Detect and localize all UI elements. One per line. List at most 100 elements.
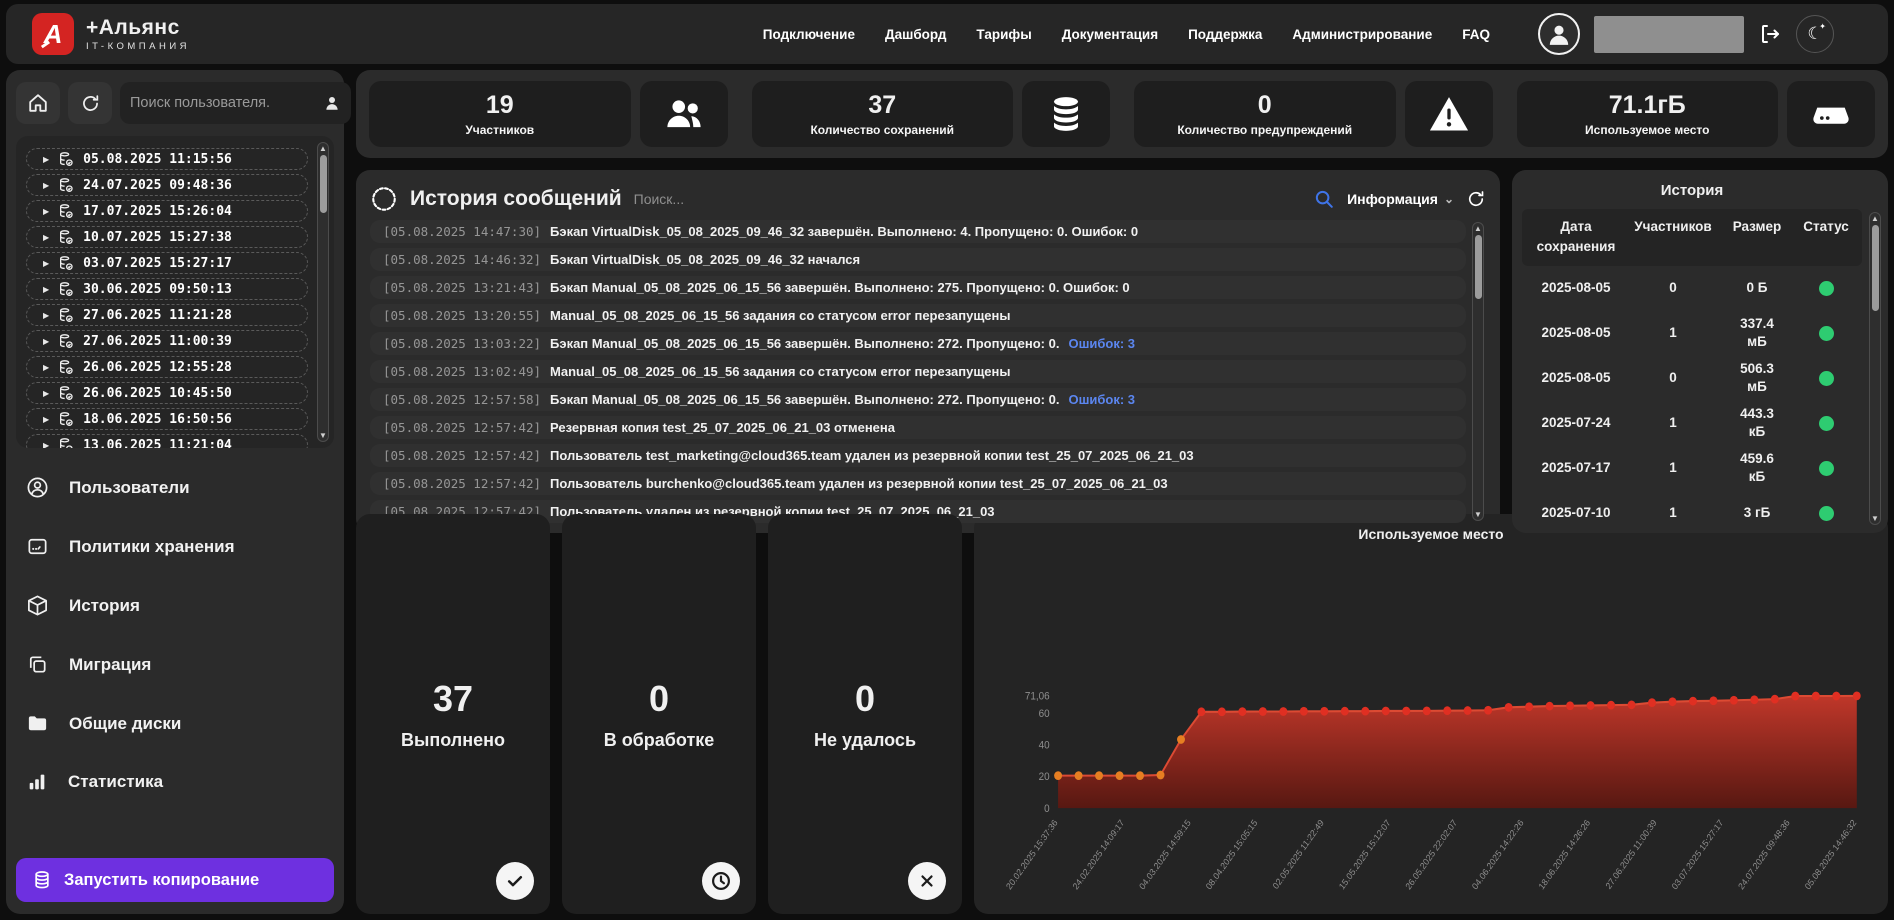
- backup-tree-item[interactable]: ▶18.06.2025 16:50:56: [26, 408, 308, 430]
- expand-caret-icon[interactable]: ▶: [43, 181, 49, 190]
- scroll-down-icon[interactable]: ▼: [1871, 514, 1879, 523]
- svg-text:27.06.2025 11:00:39: 27.06.2025 11:00:39: [1604, 818, 1659, 891]
- log-filter-dropdown[interactable]: Информация ⌄: [1347, 191, 1454, 207]
- svg-text:04.03.2025 14:59:15: 04.03.2025 14:59:15: [1137, 818, 1192, 892]
- sidebar-item-label: История: [69, 596, 140, 616]
- nav-item-7[interactable]: FAQ: [1462, 27, 1490, 42]
- stat-value: 71.1гБ: [1609, 91, 1686, 120]
- backup-tree-item[interactable]: ▶27.06.2025 11:00:39: [26, 330, 308, 352]
- stat-card: 19Участников: [369, 81, 728, 147]
- log-message: Бэкап VirtualDisk_05_08_2025_09_46_32 на…: [550, 252, 860, 267]
- backup-tree-item[interactable]: ▶26.06.2025 12:55:28: [26, 356, 308, 378]
- tree-scrollbar[interactable]: ▲ ▼: [317, 142, 329, 442]
- backup-tree-item[interactable]: ▶13.06.2025 11:21:04: [26, 434, 308, 448]
- user-avatar[interactable]: [1538, 13, 1580, 55]
- nav-item-5[interactable]: Поддержка: [1188, 27, 1262, 42]
- log-search-input[interactable]: [634, 191, 1301, 207]
- history-scrollbar-thumb[interactable]: [1872, 225, 1879, 311]
- log-message: Manual_05_08_2025_06_15_56 задания со ст…: [550, 364, 1010, 379]
- log-row: [05.08.2025 13:03:22]Бэкап Manual_05_08_…: [370, 332, 1466, 355]
- log-search-icon[interactable]: [1313, 188, 1335, 210]
- log-error-link[interactable]: Ошибок: 3: [1068, 392, 1135, 407]
- tree-scrollbar-thumb[interactable]: [320, 155, 327, 213]
- expand-caret-icon[interactable]: ▶: [43, 207, 49, 216]
- run-copy-button[interactable]: Запустить копирование: [16, 858, 334, 902]
- log-refresh-icon[interactable]: [1466, 189, 1486, 209]
- nav-item-4[interactable]: Документация: [1062, 27, 1158, 42]
- expand-caret-icon[interactable]: ▶: [43, 155, 49, 164]
- sidebar-item-5[interactable]: Общие диски: [26, 712, 324, 735]
- chevron-down-icon: ⌄: [1444, 192, 1454, 206]
- app-body: ▶05.08.2025 11:15:56 ▶24.07.2025 09:48:36…: [6, 70, 1888, 914]
- expand-caret-icon[interactable]: ▶: [43, 337, 49, 346]
- backup-tree-item[interactable]: ▶03.07.2025 15:27:17: [26, 252, 308, 274]
- backup-tree-item[interactable]: ▶05.08.2025 11:15:56: [26, 148, 308, 170]
- svg-text:60: 60: [1039, 709, 1050, 721]
- policy-icon: [26, 535, 49, 558]
- sidebar-item-6[interactable]: Статистика: [26, 771, 324, 793]
- status-cards: 37Выполнено0В обработке0Не удалось: [356, 514, 962, 914]
- svg-text:20.02.2025 15:37:36: 20.02.2025 15:37:36: [1004, 818, 1059, 892]
- backup-tree-item[interactable]: ▶30.06.2025 09:50:13: [26, 278, 308, 300]
- nav-item-2[interactable]: Дашборд: [885, 27, 946, 42]
- history-title: История: [1522, 182, 1862, 199]
- expand-caret-icon[interactable]: ▶: [43, 441, 49, 449]
- dbcheck-icon: [58, 437, 74, 448]
- nav-item-3[interactable]: Тарифы: [976, 27, 1031, 42]
- expand-caret-icon[interactable]: ▶: [43, 415, 49, 424]
- stat-value-box: 19Участников: [369, 81, 631, 147]
- nav-item-1[interactable]: Подключение: [763, 27, 855, 42]
- sidebar-item-label: Статистика: [68, 772, 163, 792]
- backup-tree-item[interactable]: ▶10.07.2025 15:27:38: [26, 226, 308, 248]
- sidebar-item-3[interactable]: История: [26, 594, 324, 617]
- nav-item-6[interactable]: Администрирование: [1292, 27, 1432, 42]
- sidebar-item-4[interactable]: Миграция: [26, 653, 324, 676]
- stat-card: 37Количество сохранений: [752, 81, 1111, 147]
- stat-value: 19: [486, 91, 514, 120]
- scroll-up-icon[interactable]: ▲: [1474, 224, 1482, 233]
- expand-caret-icon[interactable]: ▶: [43, 389, 49, 398]
- main-area: 19Участников37Количество сохранений0Коли…: [356, 70, 1888, 914]
- history-date: 2025-08-05: [1522, 324, 1630, 342]
- log-header: История сообщений Информация ⌄: [370, 178, 1486, 220]
- folder-icon: [26, 712, 49, 735]
- history-scrollbar[interactable]: ▲ ▼: [1869, 212, 1881, 525]
- log-title: История сообщений: [410, 187, 622, 211]
- expand-caret-icon[interactable]: ▶: [43, 233, 49, 242]
- scroll-down-icon[interactable]: ▼: [1474, 510, 1482, 519]
- scroll-up-icon[interactable]: ▲: [1871, 214, 1879, 223]
- brand[interactable]: A +Альянс IT-КОМПАНИЯ: [32, 13, 190, 55]
- history-members: 1: [1630, 459, 1716, 477]
- expand-caret-icon[interactable]: ▶: [43, 363, 49, 372]
- log-scrollbar[interactable]: ▲ ▼: [1472, 222, 1484, 521]
- message-log-panel: История сообщений Информация ⌄: [356, 170, 1500, 533]
- svg-text:15.05.2025 15:12:07: 15.05.2025 15:12:07: [1337, 818, 1392, 892]
- refresh-icon[interactable]: [68, 82, 112, 124]
- expand-caret-icon[interactable]: ▶: [43, 285, 49, 294]
- backup-tree-item[interactable]: ▶17.07.2025 15:26:04: [26, 200, 308, 222]
- usage-chart-panel: Используемое место 71,06604020020.02.202…: [974, 514, 1888, 914]
- logout-icon[interactable]: [1758, 22, 1782, 46]
- backup-tree-item[interactable]: ▶26.06.2025 10:45:50: [26, 382, 308, 404]
- log-error-link[interactable]: Ошибок: 3: [1068, 336, 1135, 351]
- bottom-row: 37Выполнено0В обработке0Не удалось Испол…: [356, 514, 1888, 914]
- backup-tree-item[interactable]: ▶27.06.2025 11:21:28: [26, 304, 308, 326]
- expand-caret-icon[interactable]: ▶: [43, 259, 49, 268]
- log-scrollbar-thumb[interactable]: [1475, 235, 1482, 299]
- log-row: [05.08.2025 14:47:30]Бэкап VirtualDisk_0…: [370, 220, 1466, 243]
- user-search-input[interactable]: [130, 95, 317, 111]
- sidebar-item-1[interactable]: Пользователи: [26, 476, 324, 499]
- backup-tree-item[interactable]: ▶24.07.2025 09:48:36: [26, 174, 308, 196]
- status-label: Не удалось: [814, 730, 916, 751]
- run-copy-label: Запустить копирование: [64, 871, 259, 890]
- scroll-down-icon[interactable]: ▼: [319, 431, 327, 440]
- theme-toggle-moon-icon[interactable]: ☾✦: [1796, 15, 1834, 53]
- status-badge: [1798, 371, 1854, 386]
- scroll-up-icon[interactable]: ▲: [319, 144, 327, 153]
- sidebar-item-2[interactable]: Политики хранения: [26, 535, 324, 558]
- svg-text:18.06.2025 14:26:26: 18.06.2025 14:26:26: [1537, 818, 1592, 892]
- history-size: 443.3кБ: [1716, 405, 1798, 440]
- expand-caret-icon[interactable]: ▶: [43, 311, 49, 320]
- dbcheck-icon: [58, 255, 74, 271]
- home-icon[interactable]: [16, 82, 60, 124]
